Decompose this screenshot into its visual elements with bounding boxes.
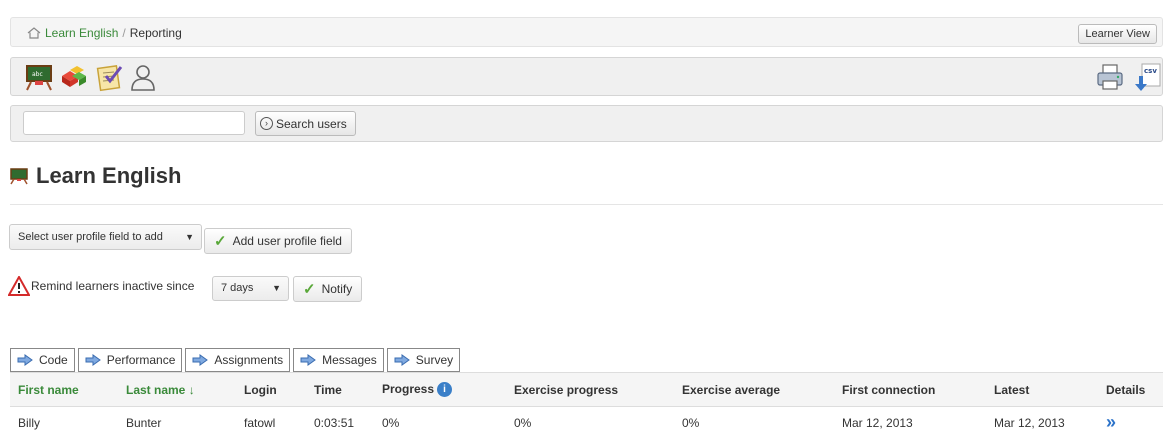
blocks-icon[interactable] [58,62,88,92]
column-header-exercise-progress: Exercise progress [506,372,674,407]
add-user-profile-field-button[interactable]: ✓ Add user profile field [204,228,352,254]
add-profile-field-label: Add user profile field [232,234,342,248]
table-header-row: First name Last name ↓ Login Time Progre… [10,372,1163,407]
learner-view-button[interactable]: Learner View [1078,24,1157,44]
breadcrumb: Learn English / Reporting [27,26,182,40]
column-header-details: Details [1098,372,1163,407]
checkmark-icon: ✓ [214,233,227,250]
breadcrumb-separator: / [122,26,126,40]
search-input[interactable] [23,111,245,135]
inactive-days-value: 7 days [221,282,254,294]
column-header-progress-label: Progress [382,381,435,396]
report-tabs: Code Performance Assignments Messages Su… [10,348,461,372]
tab-messages-label: Messages [322,353,377,367]
cell-login: fatowl [236,406,306,432]
arrow-right-icon [300,354,316,366]
cell-first-connection: Mar 12, 2013 [834,406,986,432]
arrow-right-icon [394,354,410,366]
column-header-latest: Latest [986,372,1098,407]
tab-performance-label: Performance [106,353,176,367]
profile-field-select-value: Select user profile field to add [18,231,163,243]
tab-code[interactable]: Code [10,348,75,372]
svg-text:csv: csv [1144,67,1157,75]
course-title-text: Learn English [36,163,182,188]
cell-details: » [1098,406,1163,432]
csv-export-icon[interactable]: csv [1133,62,1163,92]
search-users-label: Search users [276,116,347,131]
column-header-progress: Progress i [374,372,506,407]
arrow-right-icon [17,354,33,366]
checklist-icon[interactable] [94,62,124,92]
cell-exercise-progress: 0% [506,406,674,432]
checkmark-icon: ✓ [303,281,316,298]
tab-messages[interactable]: Messages [293,348,384,372]
tab-survey[interactable]: Survey [386,348,461,372]
cell-progress: 0% [374,406,506,432]
title-divider [10,204,1163,205]
course-board-icon [10,168,28,185]
details-chevron-icon[interactable]: » [1106,412,1116,432]
cell-exercise-average: 0% [674,406,834,432]
learners-report-table: First name Last name ↓ Login Time Progre… [10,372,1163,432]
breadcrumb-current: Reporting [129,26,182,40]
column-header-last-name[interactable]: Last name ↓ [118,372,236,407]
printer-icon[interactable] [1095,62,1125,92]
notify-label: Notify [321,282,353,296]
page-title: Learn English [10,163,181,189]
column-header-time: Time [306,372,374,407]
notify-button[interactable]: ✓ Notify [293,276,363,302]
home-icon[interactable] [27,27,41,39]
column-header-exercise-average: Exercise average [674,372,834,407]
tab-performance[interactable]: Performance [77,348,183,372]
column-header-first-connection: First connection [834,372,986,407]
profile-field-select[interactable]: Select user profile field to add ▼ [9,224,202,250]
table-row: Billy Bunter fatowl 0:03:51 0% 0% 0% Mar… [10,406,1163,432]
breadcrumb-bar: Learn English / Reporting Learner View [10,17,1163,47]
chevron-right-icon: › [260,117,273,130]
cell-first-name: Billy [10,406,118,432]
column-header-login: Login [236,372,306,407]
remind-label: Remind learners inactive since [31,279,195,293]
column-header-first-name[interactable]: First name [10,372,118,407]
search-users-button[interactable]: › Search users [255,111,356,136]
select-arrow-icon: ▼ [272,283,281,293]
cell-latest: Mar 12, 2013 [986,406,1098,432]
select-arrow-icon: ▼ [185,232,194,242]
breadcrumb-home-link[interactable]: Learn English [45,26,118,40]
tab-survey-label: Survey [415,353,454,367]
warning-icon [8,276,30,296]
inactive-days-select[interactable]: 7 days ▼ [212,276,289,301]
cell-time: 0:03:51 [306,406,374,432]
course-board-icon[interactable]: abc [24,62,54,92]
user-outline-icon[interactable] [128,62,158,92]
cell-last-name: Bunter [118,406,236,432]
remind-row: Remind learners inactive since [8,276,194,296]
arrow-right-icon [85,354,101,366]
arrow-right-icon [192,354,209,366]
reporting-toolbar: abc csv [10,57,1163,96]
tab-code-label: Code [39,353,68,367]
tab-assignments[interactable]: Assignments [185,348,291,372]
tab-assignments-label: Assignments [214,353,284,367]
svg-text:abc: abc [32,71,43,78]
info-icon[interactable]: i [437,382,453,398]
search-bar: › Search users [10,105,1163,142]
